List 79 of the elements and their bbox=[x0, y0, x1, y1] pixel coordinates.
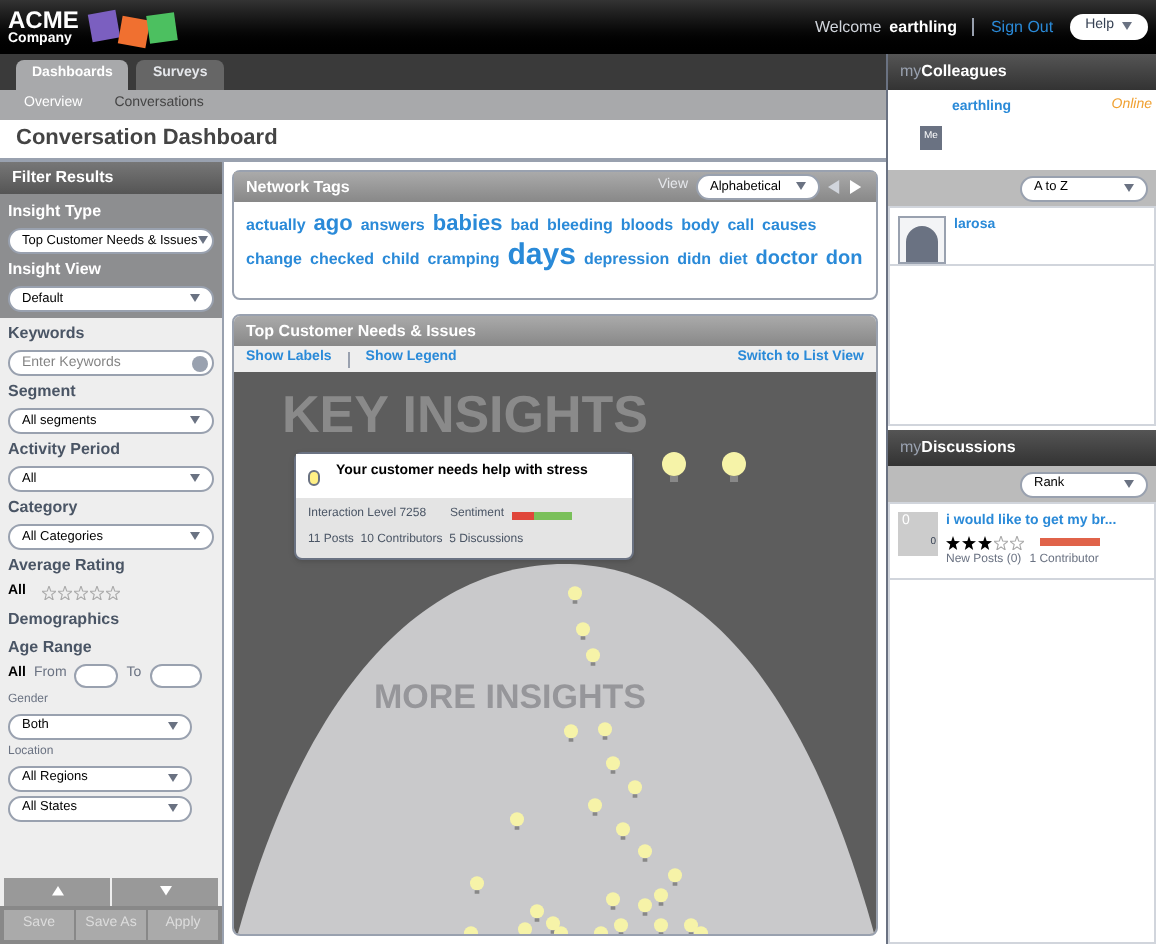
filter-label: Category bbox=[8, 496, 80, 520]
filter-label: Segment bbox=[8, 380, 78, 404]
logo-text: ACME bbox=[8, 8, 79, 32]
filter-label: Keywords bbox=[8, 322, 87, 346]
lightbulb-icon bbox=[568, 586, 582, 604]
tag-link[interactable]: babies bbox=[432, 210, 503, 240]
tag-link[interactable]: child bbox=[382, 244, 420, 274]
lightbulb-icon bbox=[662, 452, 686, 482]
lightbulb-icon bbox=[606, 756, 620, 774]
scroll-up-button[interactable] bbox=[4, 878, 110, 906]
cubes-logo-icon bbox=[86, 5, 183, 49]
page-title: Conversation Dashboard bbox=[0, 120, 886, 162]
bulb-icon bbox=[308, 470, 320, 486]
tag-link[interactable]: ago bbox=[313, 210, 353, 240]
tag-link[interactable]: depression bbox=[583, 244, 670, 274]
caret-icon bbox=[1124, 183, 1134, 193]
lightbulb-icon bbox=[586, 648, 600, 666]
caret-icon bbox=[168, 721, 178, 731]
tag-link[interactable]: change bbox=[246, 244, 303, 274]
lightbulb-icon bbox=[614, 918, 628, 934]
activity-bar bbox=[1040, 538, 1100, 546]
caret-icon bbox=[1124, 479, 1134, 489]
tag-link[interactable]: answers bbox=[360, 210, 425, 240]
lightbulb-icon bbox=[564, 724, 578, 742]
filter-label: Demographics bbox=[8, 607, 122, 631]
lightbulb-icon bbox=[470, 876, 484, 894]
sign-out-link[interactable]: Sign Out bbox=[990, 15, 1054, 39]
panel-title: Network Tags bbox=[246, 175, 352, 199]
discussions-title: myDiscussions bbox=[900, 436, 1016, 460]
tag-link[interactable]: don bbox=[825, 244, 863, 274]
filter-label: Insight Type bbox=[8, 200, 104, 224]
filter-title: Filter Results bbox=[0, 162, 222, 194]
caret-icon bbox=[168, 773, 178, 783]
welcome-text: Welcome bbox=[814, 15, 882, 39]
tag-link[interactable]: causes bbox=[762, 210, 817, 240]
filter-label: Insight View bbox=[8, 258, 104, 282]
lightbulb-icon bbox=[638, 844, 652, 862]
tag-link[interactable]: doctor bbox=[755, 244, 818, 274]
lightbulb-icon bbox=[588, 798, 602, 816]
avatar-silhouette-icon bbox=[898, 216, 946, 264]
tag-link[interactable]: cramping bbox=[427, 244, 500, 274]
tag-link[interactable]: call bbox=[727, 210, 755, 240]
caret-icon bbox=[190, 532, 200, 542]
prev-icon[interactable] bbox=[828, 180, 842, 194]
caret-icon bbox=[190, 416, 200, 426]
tag-link[interactable]: actually bbox=[246, 210, 306, 240]
tag-link[interactable]: didn bbox=[677, 244, 712, 274]
lightbulb-icon bbox=[598, 722, 612, 740]
tag-link[interactable]: body bbox=[681, 210, 720, 240]
lightbulb-icon bbox=[628, 780, 642, 798]
user-name: earthling bbox=[889, 15, 957, 39]
caret-icon bbox=[1122, 22, 1132, 32]
age-from-field[interactable] bbox=[74, 663, 119, 687]
caret-icon bbox=[796, 182, 806, 192]
caret-icon bbox=[190, 294, 200, 304]
tag-link[interactable]: diet bbox=[719, 244, 748, 274]
up-arrow-icon bbox=[51, 886, 63, 898]
caret-icon bbox=[197, 236, 208, 246]
lightbulb-icon bbox=[722, 452, 746, 482]
age-to-field[interactable] bbox=[149, 663, 202, 687]
filter-label: Activity Period bbox=[8, 438, 123, 462]
tag-link[interactable]: bloods bbox=[620, 210, 674, 240]
panel-title: Top Customer Needs & Issues bbox=[246, 319, 476, 343]
lightbulb-icon bbox=[576, 622, 590, 640]
next-icon[interactable] bbox=[850, 180, 864, 194]
filter-label: Average Rating bbox=[8, 554, 127, 578]
lightbulb-icon bbox=[616, 822, 630, 840]
caret-icon bbox=[168, 803, 178, 813]
tag-link[interactable]: bad bbox=[510, 210, 539, 240]
tag-link[interactable]: checked bbox=[310, 244, 375, 274]
down-arrow-icon bbox=[159, 886, 171, 898]
scroll-down-button[interactable] bbox=[112, 878, 218, 906]
tag-link[interactable]: bleeding bbox=[546, 210, 613, 240]
lightbulb-icon bbox=[606, 892, 620, 910]
lightbulb-icon bbox=[510, 812, 524, 830]
caret-icon bbox=[190, 474, 200, 484]
colleagues-title: myColleagues bbox=[900, 60, 1007, 84]
tag-link[interactable]: days bbox=[507, 240, 576, 270]
filter-label: Age Range bbox=[8, 635, 94, 659]
